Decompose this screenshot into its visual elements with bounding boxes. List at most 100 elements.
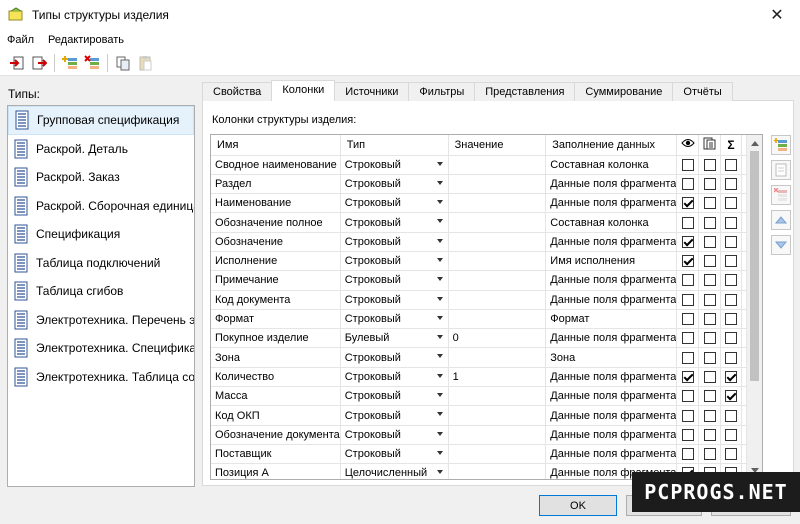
table-row[interactable]: Поставщик Строковый Данные поля фрагмента: [211, 444, 762, 465]
checkbox[interactable]: [703, 332, 716, 345]
tab-item[interactable]: Представления: [474, 82, 576, 101]
ok-button[interactable]: OK: [539, 495, 617, 516]
checkbox[interactable]: [724, 293, 737, 306]
cell-fill[interactable]: Данные поля фрагмента: [545, 174, 678, 195]
cell-fill[interactable]: Имя исполнения: [545, 251, 678, 272]
checkbox[interactable]: [681, 332, 694, 345]
export-icon[interactable]: [28, 52, 50, 74]
cell-type-dropdown[interactable]: Строковый: [340, 251, 449, 272]
cell-type-dropdown[interactable]: Строковый: [340, 212, 449, 233]
types-list-item[interactable]: Раскрой. Деталь: [8, 135, 194, 164]
table-row[interactable]: Обозначение документа Строковый Данные пол…: [211, 425, 762, 445]
chevron-down-icon[interactable]: [436, 277, 443, 282]
checkbox[interactable]: [681, 313, 694, 326]
chevron-down-icon[interactable]: [436, 238, 443, 243]
checkbox[interactable]: [681, 293, 694, 306]
chevron-down-icon[interactable]: [436, 219, 443, 224]
cell-type-dropdown[interactable]: Строковый: [340, 193, 449, 214]
chevron-down-icon[interactable]: [436, 354, 443, 359]
cell-fill[interactable]: Данные поля фрагмента: [545, 444, 678, 465]
delete-type-icon[interactable]: [81, 52, 103, 74]
checkbox[interactable]: [681, 351, 694, 364]
cell-value[interactable]: [448, 444, 547, 465]
checkbox[interactable]: [724, 428, 737, 441]
cell-fill[interactable]: Данные поля фрагмента: [545, 290, 678, 310]
cell-name[interactable]: Формат: [211, 309, 341, 330]
cell-fill[interactable]: Данные поля фрагмента: [545, 425, 678, 445]
chevron-down-icon[interactable]: [436, 296, 443, 301]
tab-item[interactable]: Источники: [334, 82, 410, 101]
cell-name[interactable]: Код документа: [211, 290, 341, 310]
cell-value[interactable]: [448, 405, 547, 426]
chevron-down-icon[interactable]: [436, 161, 443, 166]
chevron-down-icon[interactable]: [436, 180, 443, 185]
cell-fill[interactable]: Формат: [545, 309, 678, 330]
cell-name[interactable]: Позиция А: [211, 463, 341, 479]
table-row[interactable]: Обозначение полное Строковый Составная кол…: [211, 212, 762, 233]
checkbox[interactable]: [681, 235, 694, 248]
cell-type-dropdown[interactable]: Строковый: [340, 347, 449, 368]
cell-name[interactable]: Сводное наименование: [211, 155, 341, 175]
types-list-item[interactable]: Электротехника. Таблица соединений: [8, 363, 194, 392]
header-name[interactable]: Имя: [211, 135, 341, 156]
grid-scrollbar[interactable]: [746, 135, 762, 479]
cell-type-dropdown[interactable]: Строковый: [340, 290, 449, 310]
cell-value[interactable]: [448, 425, 547, 445]
cell-value[interactable]: [448, 463, 547, 479]
table-row[interactable]: Количество Строковый 1 Данные поля фрагмент…: [211, 367, 762, 388]
checkbox[interactable]: [703, 390, 716, 403]
checkbox[interactable]: [703, 177, 716, 190]
checkbox[interactable]: [724, 351, 737, 364]
table-row[interactable]: Исполнение Строковый Имя исполнения: [211, 251, 762, 272]
table-row[interactable]: Сводное наименование Строковый Составная к…: [211, 155, 762, 175]
cell-name[interactable]: Масса: [211, 386, 341, 407]
checkbox[interactable]: [703, 428, 716, 441]
cell-value[interactable]: [448, 232, 547, 252]
tab-item[interactable]: Отчёты: [672, 82, 733, 101]
table-row[interactable]: Раздел Строковый Данные поля фрагмента: [211, 174, 762, 195]
checkbox[interactable]: [724, 409, 737, 422]
checkbox[interactable]: [724, 332, 737, 345]
table-row[interactable]: Покупное изделие Булевый 0 Данные поля фраг…: [211, 328, 762, 349]
chevron-down-icon[interactable]: [436, 412, 443, 417]
cell-type-dropdown[interactable]: Строковый: [340, 309, 449, 330]
import-icon[interactable]: [6, 52, 28, 74]
cell-type-dropdown[interactable]: Строковый: [340, 444, 449, 465]
table-row[interactable]: Масса Строковый Данные поля фрагмента: [211, 386, 762, 407]
cell-value[interactable]: [448, 290, 547, 310]
add-type-icon[interactable]: [59, 52, 81, 74]
move-up-icon[interactable]: [771, 210, 791, 230]
types-list-item[interactable]: Таблица сгибов: [8, 277, 194, 306]
table-row[interactable]: Обозначение Строковый Данные поля фрагмент…: [211, 232, 762, 252]
cell-name[interactable]: Раздел: [211, 174, 341, 195]
cell-name[interactable]: Поставщик: [211, 444, 341, 465]
checkbox[interactable]: [703, 274, 716, 287]
chevron-down-icon[interactable]: [436, 393, 443, 398]
checkbox[interactable]: [724, 390, 737, 403]
table-row[interactable]: Зона Строковый Зона: [211, 347, 762, 368]
chevron-down-icon[interactable]: [436, 315, 443, 320]
cell-name[interactable]: Количество: [211, 367, 341, 388]
checkbox[interactable]: [724, 235, 737, 248]
properties-icon[interactable]: [771, 160, 791, 180]
cell-value[interactable]: 1: [448, 367, 547, 388]
header-value[interactable]: Значение: [448, 135, 547, 156]
cell-name[interactable]: Обозначение: [211, 232, 341, 252]
cell-name[interactable]: Код ОКП: [211, 405, 341, 426]
delete-column-icon[interactable]: [771, 185, 791, 205]
cell-fill[interactable]: Составная колонка: [545, 212, 678, 233]
tab-item[interactable]: Фильтры: [408, 82, 476, 101]
checkbox[interactable]: [703, 351, 716, 364]
header-fill[interactable]: Заполнение данных: [545, 135, 678, 156]
cell-name[interactable]: Покупное изделие: [211, 328, 341, 349]
chevron-down-icon[interactable]: [436, 373, 443, 378]
checkbox[interactable]: [724, 255, 737, 268]
cell-fill[interactable]: Данные поля фрагмента: [545, 386, 678, 407]
checkbox[interactable]: [724, 370, 737, 383]
types-list-item[interactable]: Групповая спецификация: [8, 106, 194, 135]
checkbox[interactable]: [703, 370, 716, 383]
checkbox[interactable]: [681, 390, 694, 403]
types-list-item[interactable]: Раскрой. Заказ: [8, 163, 194, 192]
checkbox[interactable]: [724, 274, 737, 287]
cell-fill[interactable]: Данные поля фрагмента: [545, 367, 678, 388]
